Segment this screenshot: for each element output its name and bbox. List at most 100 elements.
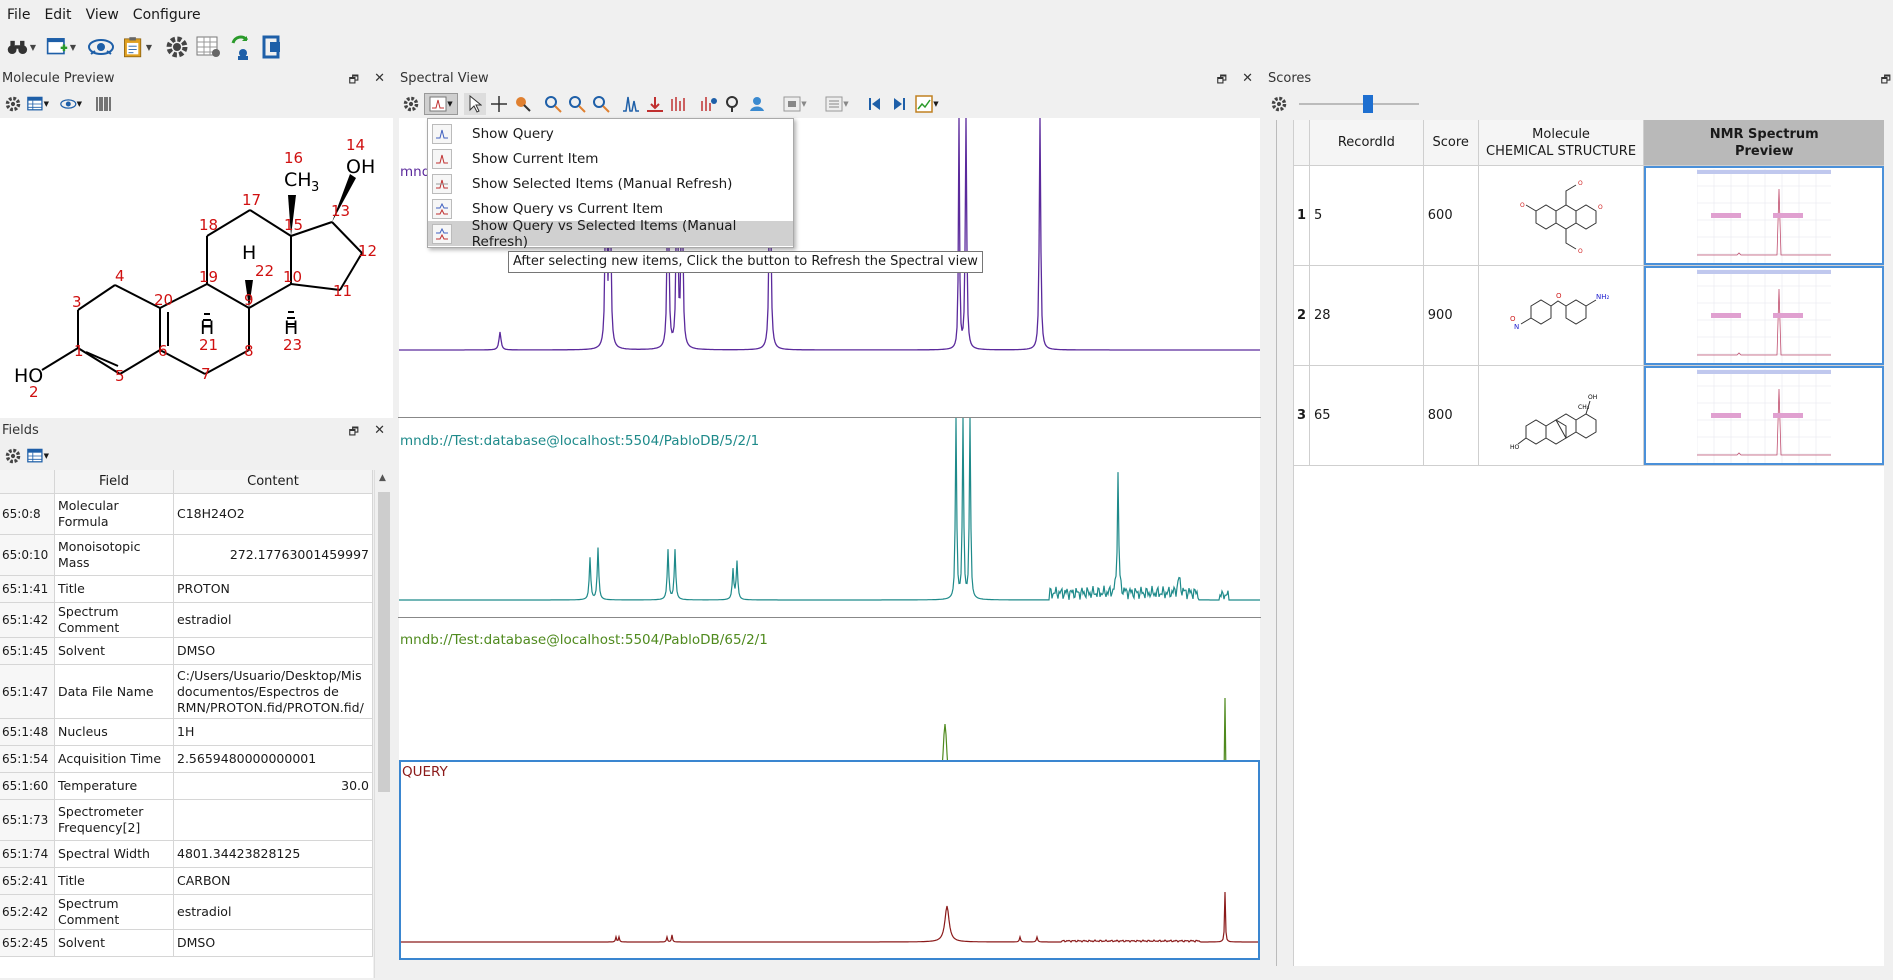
field-row[interactable]: 65:2:45 Solvent DMSO	[0, 930, 373, 957]
first-spectrum-button[interactable]	[864, 93, 886, 115]
stack-button[interactable]: ▼	[822, 93, 852, 115]
menu-show-current-item[interactable]: Show Current Item	[428, 146, 793, 171]
field-row[interactable]: 65:1:42 Spectrum Comment estradiol	[0, 603, 373, 638]
header-nmr-preview[interactable]: NMR Spectrum Preview	[1644, 120, 1884, 165]
field-row[interactable]: 65:1:47 Data File Name C:/Users/Usuario/De…	[0, 665, 373, 719]
zoom-in-button[interactable]	[542, 93, 564, 115]
inspect-button[interactable]	[722, 93, 744, 115]
peak-pick-button[interactable]	[512, 93, 534, 115]
field-content[interactable]: 30.0	[174, 773, 373, 799]
field-content[interactable]: DMSO	[174, 930, 373, 956]
integrate-button[interactable]	[644, 93, 666, 115]
spectrum-2-area[interactable]: mndb://Test:database@localhost:5504/Pabl…	[399, 418, 1260, 618]
zoom-slider[interactable]	[1299, 94, 1419, 114]
field-content[interactable]: estradiol	[174, 895, 373, 929]
float-icon[interactable]: 🗗	[349, 71, 359, 90]
molecule-thumbnail[interactable]: O O O O	[1479, 166, 1645, 265]
zoom-slider-thumb[interactable]	[1363, 95, 1373, 113]
field-content[interactable]: 2.5659480000000001	[174, 746, 373, 772]
select-tool-button[interactable]	[464, 93, 486, 115]
header-score[interactable]: Score	[1423, 120, 1479, 165]
show-mode-button[interactable]: ▼	[424, 93, 458, 115]
field-row[interactable]: 65:1:74 Spectral Width 4801.34423828125	[0, 841, 373, 868]
fields-settings-button[interactable]	[2, 445, 24, 467]
multiplet-button[interactable]	[668, 93, 690, 115]
close-icon[interactable]: ✕	[374, 71, 385, 86]
field-content[interactable]: PROTON	[174, 576, 373, 602]
field-row[interactable]: 65:1:54 Acquisition Time 2.565948000000000…	[0, 746, 373, 773]
crosshair-button[interactable]	[488, 93, 510, 115]
field-row[interactable]: 65:1:48 Nucleus 1H	[0, 719, 373, 746]
logout-button[interactable]	[258, 32, 288, 62]
float-icon[interactable]: 🗗	[1881, 71, 1891, 90]
assign-button[interactable]	[698, 93, 720, 115]
menu-view[interactable]: View	[79, 4, 126, 26]
field-row[interactable]: 65:2:41 Title CARBON	[0, 868, 373, 895]
last-spectrum-button[interactable]	[888, 93, 910, 115]
nmr-preview-thumbnail[interactable]	[1644, 266, 1884, 365]
field-content[interactable]: C18H24O2	[174, 494, 373, 534]
new-database-button[interactable]: ▼	[46, 32, 76, 62]
score-row[interactable]: 2 28 900 O N NH₂ O	[1294, 266, 1884, 366]
gear-icon	[403, 96, 419, 112]
menu-show-selected-items[interactable]: Show Selected Items (Manual Refresh)	[428, 171, 793, 196]
menu-edit[interactable]: Edit	[37, 4, 78, 26]
molecule-table-button[interactable]: ▼	[27, 93, 49, 115]
nmr-preview-thumbnail[interactable]	[1644, 366, 1884, 465]
field-row[interactable]: 65:0:10 Monoisotopic Mass 272.177630014599…	[0, 535, 373, 576]
field-row[interactable]: 65:1:41 Title PROTON	[0, 576, 373, 603]
close-icon[interactable]: ✕	[1242, 71, 1253, 86]
view-button[interactable]	[86, 32, 116, 62]
binoculars-button[interactable]: ▼	[6, 32, 36, 62]
field-content[interactable]: C:/Users/Usuario/Desktop/Mis documentos/…	[174, 665, 373, 718]
fields-header-field[interactable]: Field	[55, 470, 174, 493]
query-spectrum-area[interactable]: QUERY	[399, 760, 1260, 960]
molecule-thumbnail[interactable]: O N NH₂ O	[1479, 266, 1645, 365]
zoom-out-button[interactable]	[566, 93, 588, 115]
molecule-view-button[interactable]: ▼	[60, 93, 82, 115]
fields-scroll-thumb[interactable]	[378, 492, 390, 792]
score-row[interactable]: 1 5 600 O O O O	[1294, 166, 1884, 266]
field-content[interactable]: CARBON	[174, 868, 373, 894]
score-row[interactable]: 3 65 800 HO OH CH₃	[1294, 366, 1884, 466]
molecule-thumbnail[interactable]: HO OH CH₃	[1479, 366, 1645, 465]
report-button[interactable]: ▼	[122, 32, 152, 62]
field-row[interactable]: 65:0:8 Molecular Formula C18H24O2	[0, 494, 373, 535]
field-content[interactable]	[174, 800, 373, 840]
fields-header-content[interactable]: Content	[174, 470, 373, 493]
menu-configure[interactable]: Configure	[126, 4, 208, 26]
peaks-button[interactable]	[620, 93, 642, 115]
field-row[interactable]: 65:2:42 Spectrum Comment estradiol	[0, 895, 373, 930]
header-record-id[interactable]: RecordId	[1309, 120, 1424, 165]
table-settings-button[interactable]	[194, 32, 224, 62]
fields-scrollbar[interactable]: ▲	[374, 470, 393, 978]
float-icon[interactable]: 🗗	[349, 423, 359, 442]
close-icon[interactable]: ✕	[374, 423, 385, 438]
layout-button[interactable]: ▼	[780, 93, 810, 115]
field-content[interactable]: 4801.34423828125	[174, 841, 373, 867]
chart-options-button[interactable]: ▼	[912, 93, 942, 115]
field-content[interactable]: 1H	[174, 719, 373, 745]
scroll-up-icon[interactable]: ▲	[379, 473, 386, 483]
menu-file[interactable]: File	[0, 4, 37, 26]
field-row[interactable]: 65:1:45 Solvent DMSO	[0, 638, 373, 665]
float-icon[interactable]: 🗗	[1217, 71, 1227, 90]
settings-button[interactable]	[162, 32, 192, 62]
field-content[interactable]: estradiol	[174, 603, 373, 637]
field-content[interactable]: 272.17763001459997	[174, 535, 373, 575]
scores-settings-button[interactable]	[1268, 93, 1290, 115]
nmr-preview-thumbnail[interactable]	[1644, 166, 1884, 265]
zoom-fit-button[interactable]	[590, 93, 612, 115]
fields-table-button[interactable]: ▼	[27, 445, 49, 467]
molecule-settings-button[interactable]	[2, 93, 24, 115]
visibility-button[interactable]	[746, 93, 768, 115]
field-content[interactable]: DMSO	[174, 638, 373, 664]
spectral-settings-button[interactable]	[400, 93, 422, 115]
menu-show-query[interactable]: Show Query	[428, 121, 793, 146]
field-row[interactable]: 65:1:60 Temperature 30.0	[0, 773, 373, 800]
menu-show-query-vs-selected[interactable]: Show Query vs Selected Items (Manual Ref…	[428, 218, 793, 250]
field-row[interactable]: 65:1:73 Spectrometer Frequency[2]	[0, 800, 373, 841]
header-molecule[interactable]: Molecule CHEMICAL STRUCTURE	[1478, 120, 1645, 165]
barcode-button[interactable]	[93, 93, 115, 115]
refresh-users-button[interactable]	[226, 32, 256, 62]
